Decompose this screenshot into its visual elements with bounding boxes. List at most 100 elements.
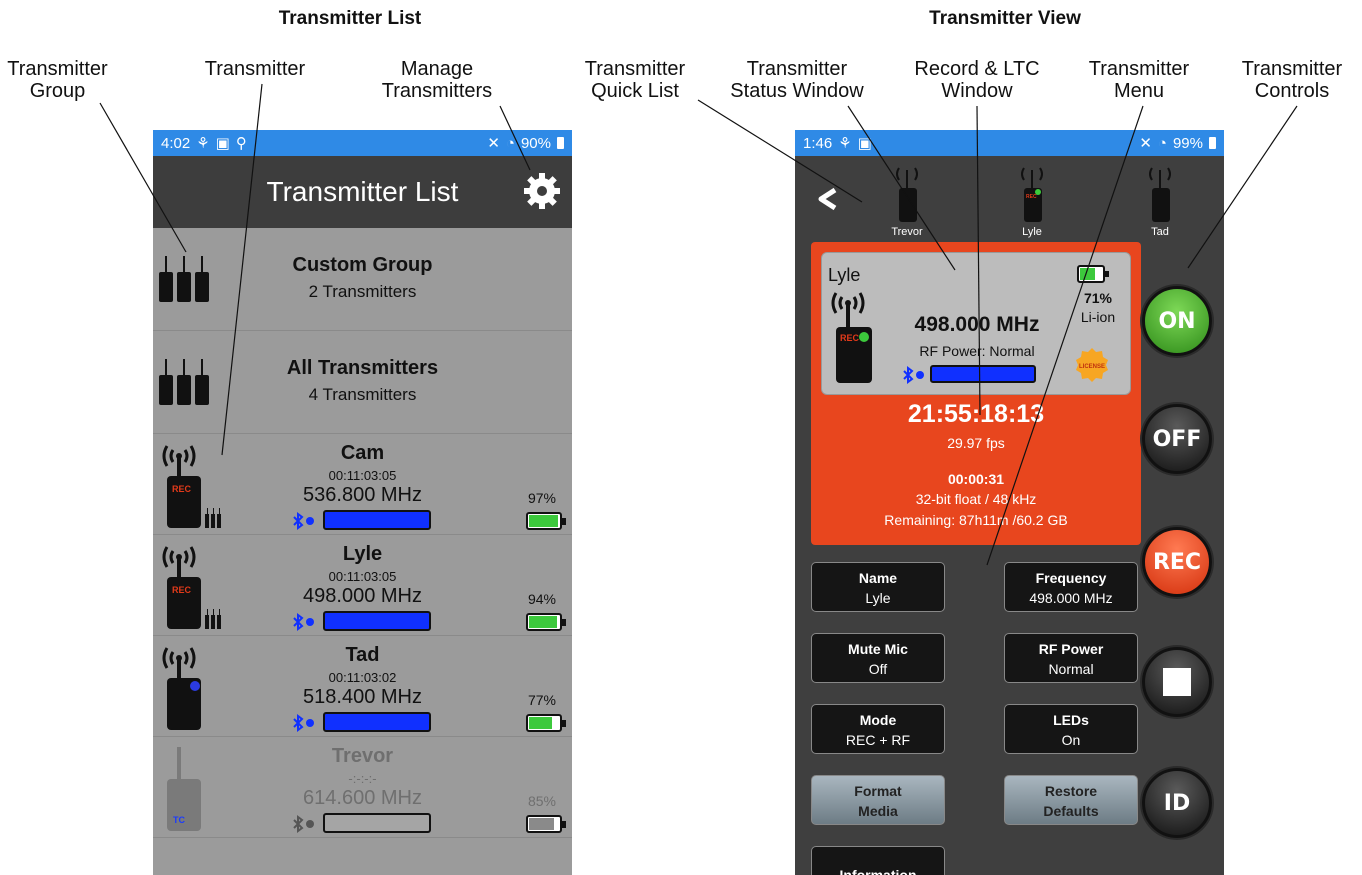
bluetooth-icon — [293, 512, 314, 530]
quick-list-label: Lyle — [1022, 226, 1042, 238]
timecode: -:-:-:- — [348, 771, 377, 786]
app-header: Transmitter List — [153, 156, 572, 228]
battery-percent: 77% — [527, 692, 557, 708]
battery-percent: 71% — [1083, 290, 1113, 306]
frame-rate: 29.97 fps — [947, 435, 1005, 451]
signal-meter — [930, 365, 1036, 383]
signal-meter — [323, 510, 431, 530]
timecode: 00:11:03:02 — [328, 670, 397, 685]
group-count: 4 Transmitters — [308, 385, 417, 404]
wifi-icon: ◔ — [1157, 134, 1167, 152]
quick-list-label: Tad — [1151, 226, 1169, 238]
heading-transmitter-view: Transmitter View — [929, 8, 1081, 29]
clock: 1:46 — [803, 134, 833, 152]
group-row-custom[interactable]: Custom Group 2 Transmitters — [153, 228, 572, 331]
frequency: 518.400 MHz — [303, 686, 422, 708]
stop-icon — [1163, 668, 1191, 696]
quick-list-item-trevor[interactable]: Trevor — [877, 162, 937, 238]
status-bar: 1:46 ⚘ ▣ ✕ ◔ 99% — [795, 130, 1224, 156]
transmitter-row-trevor[interactable]: TC Trevor -:-:-:- 614.600 MHz 85% — [153, 737, 572, 838]
bluetooth-icon — [903, 366, 924, 384]
callout-status-window: Transmitter Status Window — [730, 58, 864, 102]
menu-mode-button[interactable]: Mode REC + RF — [811, 704, 945, 754]
transmitter-name: Cam — [340, 442, 385, 464]
clock: 4:02 — [161, 134, 191, 152]
group-count: 2 Transmitters — [308, 282, 417, 301]
transmitter-icon — [896, 167, 918, 222]
transmitter-view-screen: 1:46 ⚘ ▣ ✕ ◔ 99% Trevor REC Lyle Tad Lyl… — [795, 130, 1224, 875]
battery-percent: 94% — [527, 591, 557, 607]
record-elapsed: 00:00:31 — [947, 471, 1005, 487]
menu-information-button[interactable]: Information — [811, 846, 945, 875]
menu-rf-power-button[interactable]: RF Power Normal — [1004, 633, 1138, 683]
quick-list-item-lyle[interactable]: REC Lyle — [1002, 162, 1062, 238]
gear-icon[interactable] — [522, 171, 562, 211]
license-badge-icon: LICENSE — [1076, 348, 1108, 382]
callout-record-ltc: Record & LTC Window — [914, 58, 1040, 102]
frequency: 498.000 MHz — [303, 585, 422, 607]
transmitter-row-cam[interactable]: REC Cam 00:11:03:05 536.800 MHz 97% — [153, 434, 572, 535]
image-icon: ▣ — [857, 135, 872, 152]
transmitter-quick-list: Trevor REC Lyle Tad — [795, 156, 1224, 260]
battery-icon — [1077, 265, 1109, 283]
menu-format-media-button[interactable]: Format Media — [811, 775, 945, 825]
led-label: TC — [173, 815, 185, 825]
transmitter-status-window: Lyle REC 498.000 MHz RF Power: Normal 71… — [821, 252, 1131, 395]
frequency: 498.000 MHz — [914, 313, 1040, 336]
battery-icon — [526, 815, 566, 833]
led-label: REC — [1026, 194, 1037, 200]
group-title: All Transmitters — [286, 357, 439, 379]
menu-restore-defaults-button[interactable]: Restore Defaults — [1004, 775, 1138, 825]
bluetooth-icon — [293, 613, 314, 631]
frequency: 536.800 MHz — [303, 484, 422, 506]
wifi-icon: ◔ — [505, 134, 515, 152]
sync-icon: ⚘ — [196, 135, 210, 152]
record-ltc-window: Lyle REC 498.000 MHz RF Power: Normal 71… — [811, 242, 1141, 545]
callout-quick-list: Transmitter Quick List — [584, 58, 686, 102]
sync-icon: ⚘ — [838, 135, 852, 152]
group-row-all[interactable]: All Transmitters 4 Transmitters — [153, 331, 572, 434]
status-bar: 4:02 ⚘ ▣ ⚲ ✕ ◔ 90% — [153, 130, 572, 156]
menu-leds-button[interactable]: LEDs On — [1004, 704, 1138, 754]
timecode: 00:11:03:05 — [328, 468, 397, 483]
mute-icon: ✕ — [1139, 135, 1152, 152]
transmitter-row-tad[interactable]: Tad 00:11:03:02 518.400 MHz 77% — [153, 636, 572, 737]
stop-button[interactable] — [1142, 647, 1212, 717]
battery-icon — [526, 714, 566, 732]
identify-button[interactable]: ID — [1142, 768, 1212, 838]
transmitter-row-lyle[interactable]: REC Lyle 00:11:03:05 498.000 MHz 94% — [153, 535, 572, 636]
battery-chemistry: Li-ion — [1080, 309, 1116, 325]
transmitter-icon: REC — [1021, 167, 1043, 222]
quick-list-item-tad[interactable]: Tad — [1130, 162, 1190, 238]
menu-mute-mic-button[interactable]: Mute Mic Off — [811, 633, 945, 683]
back-chevron-icon[interactable] — [813, 184, 843, 214]
power-on-button[interactable]: ON — [1142, 286, 1212, 356]
transmitter-icon — [1149, 167, 1171, 222]
ltc-timecode: 21:55:18:13 — [907, 400, 1045, 428]
timecode: 00:11:03:05 — [328, 569, 397, 584]
page-title: Transmitter List — [266, 176, 459, 207]
bluetooth-icon — [293, 815, 314, 833]
transmitter-name: Tad — [345, 644, 380, 666]
battery-icon — [526, 613, 566, 631]
rf-power: RF Power: Normal — [919, 343, 1035, 359]
signal-meter — [323, 712, 431, 732]
location-icon: ⚲ — [235, 135, 247, 152]
license-label: LICENSE — [1079, 364, 1105, 370]
menu-name-button[interactable]: Name Lyle — [811, 562, 945, 612]
menu-frequency-button[interactable]: Frequency 498.000 MHz — [1004, 562, 1138, 612]
group-title: Custom Group — [292, 254, 433, 276]
led-label: REC — [840, 333, 860, 343]
record-button[interactable]: REC — [1142, 527, 1212, 597]
quick-list-label: Trevor — [891, 226, 923, 238]
transmitter-list-screen: 4:02 ⚘ ▣ ⚲ ✕ ◔ 90% Transmitter List Cust… — [153, 130, 572, 875]
heading-transmitter-list: Transmitter List — [278, 8, 422, 29]
signal-meter — [323, 611, 431, 631]
mute-icon: ✕ — [487, 135, 500, 152]
callout-transmitter-controls: Transmitter Controls — [1241, 58, 1343, 102]
battery-icon — [557, 137, 564, 149]
bluetooth-icon — [293, 714, 314, 732]
power-off-button[interactable]: OFF — [1142, 404, 1212, 474]
battery-icon — [526, 512, 566, 530]
transmitter-name: Lyle — [342, 543, 383, 565]
